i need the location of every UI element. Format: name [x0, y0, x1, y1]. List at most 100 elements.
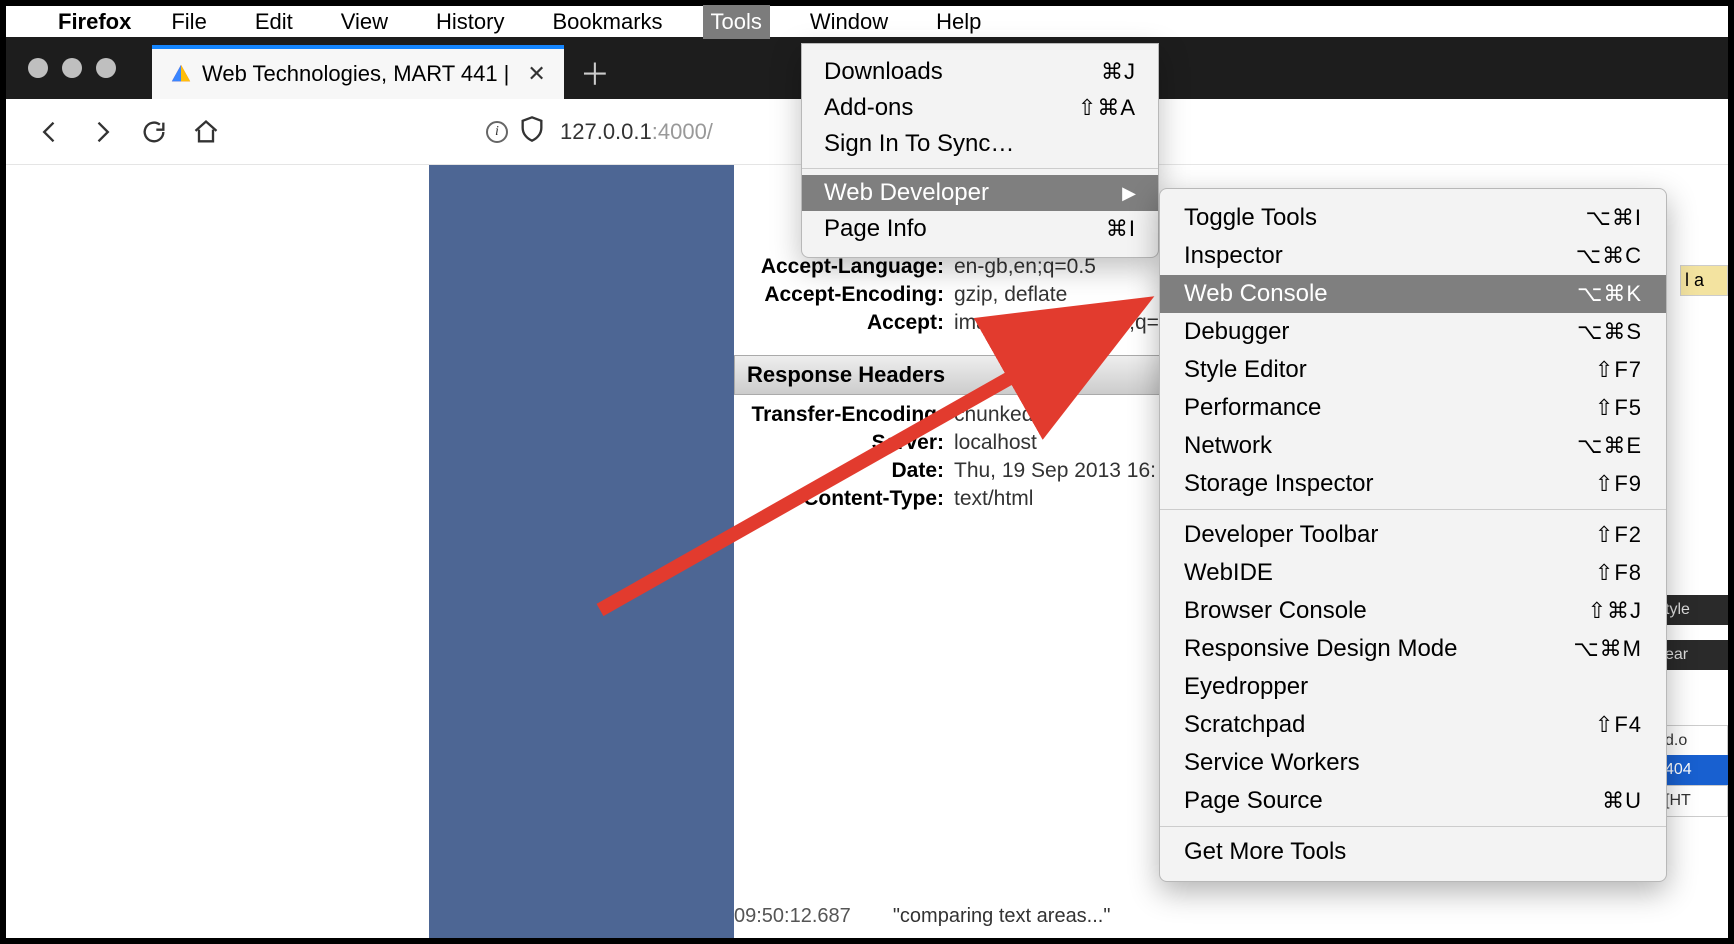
shortcut: ⌥⌘K: [1577, 281, 1642, 307]
header-value: chunked: [944, 403, 1174, 427]
reload-button[interactable]: [132, 110, 176, 154]
shortcut: ⌘J: [1101, 59, 1136, 85]
menu-history[interactable]: History: [428, 5, 512, 39]
menu-label: Page Info: [824, 215, 927, 243]
submenu-inspector[interactable]: Inspector ⌥⌘C: [1160, 237, 1666, 275]
menu-signin[interactable]: Sign In To Sync…: [802, 126, 1158, 162]
shortcut: ⌥⌘M: [1573, 636, 1642, 662]
menu-label: Toggle Tools: [1184, 204, 1317, 232]
menu-label: Storage Inspector: [1184, 470, 1373, 498]
info-icon[interactable]: i: [486, 121, 508, 143]
header-key: Content-Type:: [744, 487, 944, 511]
menu-label: Style Editor: [1184, 356, 1307, 384]
menu-label: Scratchpad: [1184, 711, 1305, 739]
menu-label: Web Developer: [824, 179, 989, 207]
header-value: image/png,image/*;q=0: [944, 311, 1174, 335]
url-bar[interactable]: i 127.0.0.1:4000/: [486, 112, 713, 152]
shortcut: ⇧F5: [1595, 395, 1642, 421]
menu-label: Browser Console: [1184, 597, 1367, 625]
submenu-browser-console[interactable]: Browser Console⇧⌘J: [1160, 592, 1666, 630]
submenu-webide[interactable]: WebIDE⇧F8: [1160, 554, 1666, 592]
tools-dropdown: Downloads⌘J Add-ons⇧⌘A Sign In To Sync… …: [801, 43, 1159, 258]
submenu-debugger[interactable]: Debugger⌥⌘S: [1160, 313, 1666, 351]
zoom-window-icon[interactable]: [96, 58, 116, 78]
submenu-web-console[interactable]: Web Console ⌥⌘K: [1160, 275, 1666, 313]
shortcut: ⇧⌘A: [1078, 95, 1136, 121]
header-value: en-gb,en;q=0.5: [944, 255, 1174, 279]
submenu-get-more-tools[interactable]: Get More Tools: [1160, 833, 1666, 871]
response-section: Response Headers: [734, 355, 1184, 395]
shortcut: ⌥⌘C: [1576, 243, 1642, 269]
header-value: localhost: [944, 431, 1174, 455]
menu-bookmarks[interactable]: Bookmarks: [544, 5, 670, 39]
menu-label: Downloads: [824, 58, 943, 86]
browser-tab[interactable]: Web Technologies, MART 441 | ✕: [152, 45, 564, 99]
close-window-icon[interactable]: [28, 58, 48, 78]
submenu-eyedropper[interactable]: Eyedropper: [1160, 668, 1666, 706]
menu-window[interactable]: Window: [802, 5, 896, 39]
menu-web-developer[interactable]: Web Developer ▶: [802, 175, 1158, 211]
home-button[interactable]: [184, 110, 228, 154]
header-value: gzip, deflate: [944, 283, 1174, 307]
shortcut: ⌘I: [1106, 216, 1136, 242]
submenu-responsive-design[interactable]: Responsive Design Mode ⌥⌘M: [1160, 630, 1666, 668]
shortcut: ⇧F7: [1595, 357, 1642, 383]
menu-edit[interactable]: Edit: [247, 5, 301, 39]
submenu-page-source[interactable]: Page Source ⌘U: [1160, 782, 1666, 820]
forward-button[interactable]: [80, 110, 124, 154]
submenu-developer-toolbar[interactable]: Developer Toolbar ⇧F2: [1160, 516, 1666, 554]
console-msg: "comparing text areas...": [893, 905, 1111, 927]
submenu-storage-inspector[interactable]: Storage Inspector ⇧F9: [1160, 465, 1666, 503]
submenu-performance[interactable]: Performance ⇧F5: [1160, 389, 1666, 427]
menu-label: Page Source: [1184, 787, 1323, 815]
url-port: :4000/: [652, 119, 713, 145]
app-name[interactable]: Firefox: [58, 9, 131, 35]
menu-help[interactable]: Help: [928, 5, 989, 39]
menu-label: Sign In To Sync…: [824, 130, 1014, 158]
menu-label: Inspector: [1184, 242, 1283, 270]
shortcut: ⇧F4: [1595, 712, 1642, 738]
header-key: Accept-Language:: [744, 255, 944, 279]
shortcut: ⇧F9: [1595, 471, 1642, 497]
header-key: Accept:: [744, 311, 944, 335]
menu-label: Eyedropper: [1184, 673, 1308, 701]
menu-view[interactable]: View: [333, 5, 396, 39]
dark-fragment: ear: [1658, 640, 1728, 670]
minimize-window-icon[interactable]: [62, 58, 82, 78]
menu-label: Network: [1184, 432, 1272, 460]
submenu-network[interactable]: Network ⌥⌘E: [1160, 427, 1666, 465]
traffic-lights[interactable]: [6, 37, 152, 99]
menu-label: Performance: [1184, 394, 1321, 422]
menu-separator: [1160, 826, 1666, 827]
submenu-style-editor[interactable]: Style Editor ⇧F7: [1160, 351, 1666, 389]
menu-downloads[interactable]: Downloads ⌘J: [802, 54, 1158, 90]
menu-addons[interactable]: Add-ons⇧⌘A: [802, 90, 1158, 126]
favicon-icon: [170, 63, 192, 85]
shortcut: ⇧F2: [1595, 522, 1642, 548]
shortcut: ⌥⌘E: [1577, 433, 1642, 459]
menu-file[interactable]: File: [163, 5, 214, 39]
submenu-service-workers[interactable]: Service Workers: [1160, 744, 1666, 782]
submenu-scratchpad[interactable]: Scratchpad ⇧F4: [1160, 706, 1666, 744]
menu-label: Debugger: [1184, 318, 1289, 346]
shortcut: ⌘U: [1602, 788, 1642, 814]
menu-label: Responsive Design Mode: [1184, 635, 1457, 663]
shortcut: ⇧F8: [1595, 560, 1642, 586]
menu-page-info[interactable]: Page Info ⌘I: [802, 211, 1158, 247]
submenu-toggle-tools[interactable]: Toggle Tools⌥⌘I: [1160, 199, 1666, 237]
frag-text: l a: [1680, 265, 1728, 296]
submenu-arrow-icon: ▶: [1122, 183, 1136, 204]
headers-panel: Accept-Language:en-gb,en;q=0.5 Accept-En…: [734, 253, 1184, 513]
menu-label: Get More Tools: [1184, 838, 1346, 866]
menu-label: Web Console: [1184, 280, 1328, 308]
header-key: Server:: [744, 431, 944, 455]
menu-label: Service Workers: [1184, 749, 1360, 777]
page-sidebar: [429, 165, 734, 938]
new-tab-button[interactable]: ＋: [564, 45, 626, 99]
close-tab-icon[interactable]: ✕: [527, 61, 545, 87]
back-button[interactable]: [28, 110, 72, 154]
menu-separator: [1160, 509, 1666, 510]
shield-icon[interactable]: [518, 115, 546, 149]
menu-label: Developer Toolbar: [1184, 521, 1378, 549]
menu-tools[interactable]: Tools: [703, 5, 770, 39]
